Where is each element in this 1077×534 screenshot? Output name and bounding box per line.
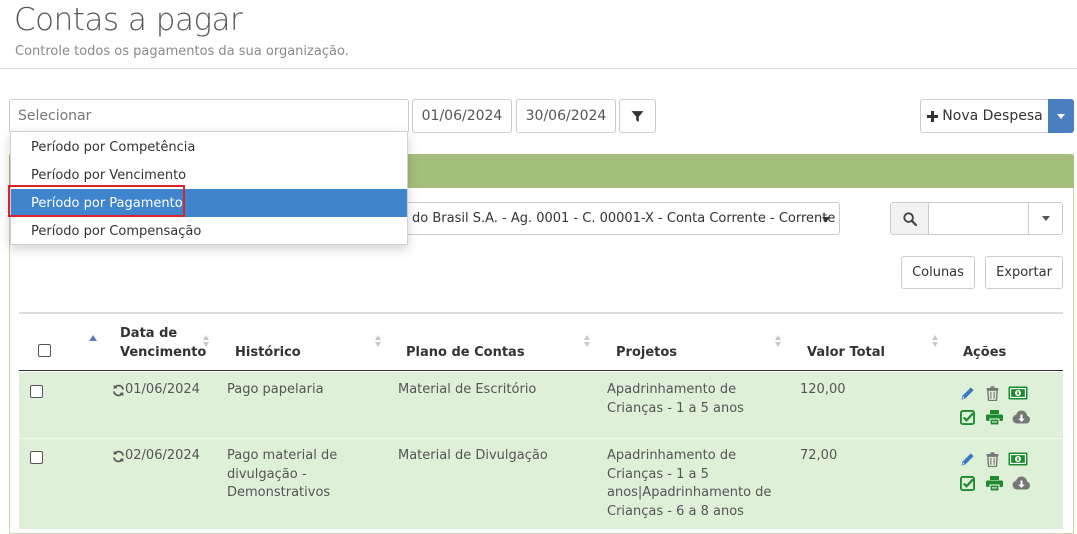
end-date-value: 30/06/2024	[525, 108, 607, 124]
chevron-down-icon	[1041, 216, 1050, 221]
filter-icon	[631, 110, 644, 122]
end-date-input[interactable]: 30/06/2024	[516, 99, 616, 133]
search-group	[890, 202, 1063, 235]
print-button[interactable]	[984, 408, 1004, 426]
header-divider	[0, 68, 1077, 69]
start-date-input[interactable]: 01/06/2024	[412, 99, 512, 133]
row-checkbox[interactable]	[30, 451, 43, 464]
sort-asc-icon[interactable]	[89, 335, 97, 341]
history-line: Pago papelaria	[227, 382, 324, 397]
history-line: divulgação -	[227, 466, 307, 482]
table-header-border	[19, 370, 1063, 371]
plus-icon	[927, 110, 939, 122]
column-header-due-date-line1: Data de	[120, 326, 178, 341]
trash-icon	[986, 385, 998, 401]
history-cell: Pago material de divulgação - Demonstrat…	[227, 447, 337, 503]
download-button[interactable]	[1010, 408, 1032, 426]
period-option-competencia[interactable]: Período por Competência	[11, 133, 407, 161]
column-header-history[interactable]: Histórico	[235, 343, 301, 362]
history-cell: Pago papelaria	[227, 381, 324, 400]
money-icon	[1008, 452, 1028, 466]
delete-button[interactable]	[983, 450, 1001, 468]
check-square-icon	[959, 475, 975, 491]
filter-button[interactable]	[619, 99, 656, 133]
table-top-border	[19, 312, 1063, 314]
row-checkbox[interactable]	[30, 385, 43, 398]
print-button[interactable]	[984, 474, 1004, 492]
new-expense-label: Nova Despesa	[942, 108, 1043, 124]
column-header-actions: Ações	[963, 345, 1007, 360]
due-date-value: 01/06/2024	[125, 382, 200, 397]
chevron-down-icon	[1057, 113, 1065, 119]
start-date-value: 01/06/2024	[421, 108, 503, 124]
page-title: Contas a pagar	[14, 2, 243, 38]
projects-line: Crianças - 6 a 8 anos	[607, 503, 744, 519]
history-line: Pago material de	[227, 448, 338, 463]
check-square-icon	[959, 409, 975, 425]
search-input[interactable]	[930, 203, 1028, 234]
cloud-download-icon	[1012, 410, 1030, 423]
edit-button[interactable]	[958, 450, 976, 468]
column-header-chart-of-accounts[interactable]: Plano de Contas	[406, 343, 525, 362]
period-select[interactable]: Selecionar	[9, 99, 409, 133]
sort-icon[interactable]	[932, 335, 939, 348]
search-icon	[902, 211, 917, 226]
new-expense-button[interactable]: Nova Despesa	[920, 99, 1049, 133]
confirm-button[interactable]	[958, 408, 976, 426]
print-icon	[985, 475, 1003, 491]
projects-line: Crianças - 1 a 5	[607, 466, 709, 482]
projects-cell: Apadrinhamento de Crianças - 1 a 5 anos	[607, 381, 744, 418]
recurring-icon	[113, 450, 124, 462]
projects-line: anos|Apadrinhamento de	[607, 485, 772, 500]
column-header-total-value[interactable]: Valor Total	[807, 343, 885, 362]
column-header-due-date-line2: Vencimento	[120, 345, 207, 360]
selection-highlight-box	[8, 185, 185, 217]
projects-line: Apadrinhamento de	[607, 382, 737, 397]
chart-of-accounts-cell: Material de Escritório	[398, 382, 537, 397]
pay-button[interactable]	[1007, 451, 1029, 467]
search-options-toggle[interactable]	[1028, 203, 1062, 234]
export-label: Exportar	[996, 265, 1052, 280]
sort-icon[interactable]	[775, 335, 782, 348]
column-header-due-date[interactable]: Data de Vencimento	[120, 324, 206, 362]
due-date-value: 02/06/2024	[125, 448, 200, 463]
search-addon	[891, 203, 929, 234]
pencil-icon	[960, 452, 974, 466]
cloud-download-icon	[1012, 476, 1030, 489]
history-line: Demonstrativos	[227, 485, 331, 500]
bank-account-select[interactable]: do Brasil S.A. - Ag. 0001 - C. 00001-X -…	[395, 202, 840, 235]
pencil-icon	[960, 386, 974, 400]
period-select-placeholder: Selecionar	[18, 108, 92, 124]
bank-account-value: do Brasil S.A. - Ag. 0001 - C. 00001-X -…	[412, 211, 836, 226]
due-date-cell: 02/06/2024	[112, 447, 200, 466]
period-option-compensacao[interactable]: Período por Compensação	[11, 217, 407, 245]
trash-icon	[986, 451, 998, 467]
print-icon	[985, 409, 1003, 425]
column-header-projects[interactable]: Projetos	[616, 343, 677, 362]
projects-line: Apadrinhamento de	[607, 448, 737, 463]
columns-button[interactable]: Colunas	[901, 256, 975, 289]
sort-icon[interactable]	[375, 335, 382, 348]
sort-icon[interactable]	[203, 335, 210, 348]
projects-cell: Apadrinhamento de Crianças - 1 a 5 anos|…	[607, 447, 771, 521]
chevron-down-icon	[822, 217, 830, 222]
recurring-icon	[113, 384, 124, 396]
page-subtitle: Controle todos os pagamentos da sua orga…	[15, 44, 349, 59]
columns-label: Colunas	[912, 265, 964, 280]
money-icon	[1008, 386, 1028, 400]
delete-button[interactable]	[983, 384, 1001, 402]
total-value-cell: 72,00	[800, 448, 838, 463]
download-button[interactable]	[1010, 474, 1032, 492]
projects-line: Crianças - 1 a 5 anos	[607, 400, 744, 416]
confirm-button[interactable]	[958, 474, 976, 492]
edit-button[interactable]	[958, 384, 976, 402]
select-all-checkbox[interactable]	[38, 344, 51, 357]
export-button[interactable]: Exportar	[985, 256, 1063, 289]
total-value-cell: 120,00	[800, 382, 846, 397]
new-expense-dropdown-toggle[interactable]	[1048, 99, 1074, 133]
sort-icon[interactable]	[584, 335, 591, 348]
pay-button[interactable]	[1007, 385, 1029, 401]
due-date-cell: 01/06/2024	[112, 381, 200, 400]
chart-of-accounts-cell: Material de Divulgação	[398, 448, 548, 463]
